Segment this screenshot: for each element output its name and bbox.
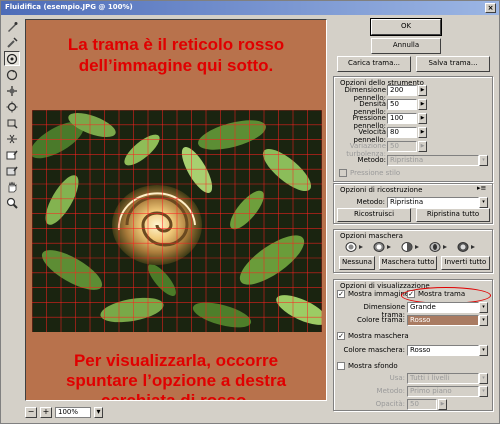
title-bar: Fluidifica (esempio.JPG @ 100%) × [1, 1, 499, 15]
overlay-text-bottom-3: cerchiata di rosso. [100, 391, 252, 401]
reconstruct-mode-select[interactable]: Ripristina [387, 197, 479, 208]
preview-image [32, 110, 322, 332]
backdrop-use-label: Usa: [389, 374, 405, 382]
overlay-text-top-2: dell’immagine qui sotto. [78, 56, 274, 75]
reconstruct-icon[interactable] [4, 35, 20, 50]
tool-palette [4, 19, 21, 211]
backdrop-mode-select: Primo piano [407, 386, 479, 397]
mask-invert-icon[interactable] [455, 241, 479, 253]
bloat-icon[interactable] [4, 99, 20, 114]
tool-mode-select: Ripristina [387, 155, 479, 166]
mesh-color-label: Colore trama: [356, 316, 405, 324]
close-button[interactable]: × [485, 3, 496, 13]
tool-mode-label: Metodo: [357, 156, 386, 164]
mesh-size-select[interactable]: Grande [407, 302, 479, 313]
backdrop-opacity-arrow: ▶ [438, 399, 447, 410]
brush-pressure-field[interactable]: 100 [387, 113, 417, 124]
show-mask-checkbox[interactable]: ✓ [337, 332, 345, 340]
backdrop-use-select: Tutti i livelli [407, 373, 479, 384]
brush-rate-arrow[interactable]: ▶ [418, 127, 427, 138]
thaw-icon[interactable] [4, 163, 20, 178]
freeze-icon[interactable] [4, 147, 20, 162]
show-backdrop-label: Mostra sfondo [348, 362, 398, 370]
backdrop-mode-label: Metodo: [376, 387, 405, 395]
restore-all-button[interactable]: Ripristina tutto [416, 208, 490, 222]
show-backdrop-checkbox[interactable] [337, 362, 345, 370]
show-image-checkbox[interactable]: ✓ [337, 290, 345, 298]
zoom-out-button[interactable]: − [25, 406, 37, 418]
stylus-pressure-checkbox [339, 169, 347, 177]
twirl-counter-icon[interactable] [4, 67, 20, 82]
backdrop-opacity-label: Opacità: [375, 400, 405, 408]
reconstruct-options-title: Opzioni di ricostruzione [340, 186, 423, 194]
brush-size-arrow[interactable]: ▶ [418, 85, 427, 96]
ok-button[interactable]: OK [370, 18, 442, 36]
zoom-level-field[interactable]: 100% [55, 406, 91, 418]
warp-icon[interactable] [4, 19, 20, 34]
stylus-pressure-label: Pressione stilo [350, 169, 401, 177]
zoom-dropdown-arrow[interactable]: ▾ [94, 406, 103, 418]
cancel-button[interactable]: Annulla [371, 38, 441, 54]
mask-color-arrow[interactable]: ▾ [479, 345, 488, 356]
brush-density-arrow[interactable]: ▶ [418, 99, 427, 110]
brush-size-field[interactable]: 200 [387, 85, 417, 96]
mesh-color-arrow[interactable]: ▾ [479, 315, 488, 326]
mask-options-title: Opzioni maschera [340, 232, 403, 240]
show-mask-label: Mostra maschera [348, 332, 409, 340]
mesh-size-arrow[interactable]: ▾ [479, 302, 488, 313]
save-mesh-button[interactable]: Salva trama... [416, 56, 490, 72]
backdrop-opacity-field: 50 [407, 399, 437, 410]
overlay-text-bottom-1: Per visualizzarla, occorre [73, 351, 279, 370]
reconstruct-mode-label: Metodo: [356, 198, 385, 206]
mask-replace-icon[interactable] [343, 241, 367, 253]
turbulence-arrow: ▶ [418, 141, 427, 152]
overlay-text-bottom-2: spuntare l’opzione a destra [65, 371, 287, 390]
mask-add-icon[interactable] [371, 241, 395, 253]
mask-color-select[interactable]: Rosso [407, 345, 479, 356]
backdrop-mode-arrow: ▾ [479, 386, 488, 397]
preview-canvas[interactable]: La trama è il reticolo rosso dell’immagi… [25, 19, 327, 401]
zoom-icon[interactable] [4, 195, 20, 210]
invert-all-button[interactable]: Inverti tutto [441, 256, 490, 270]
mask-none-button[interactable]: Nessuna [339, 256, 375, 270]
mask-color-label: Colore maschera: [343, 346, 405, 354]
brush-density-field[interactable]: 50 [387, 99, 417, 110]
zoom-bar: − + 100% ▾ [25, 405, 327, 419]
tool-mode-arrow: ▾ [479, 155, 488, 166]
panel-menu-icon[interactable]: ▸≡ [477, 184, 486, 192]
twirl-clockwise-icon[interactable] [4, 51, 20, 66]
shift-pixels-icon[interactable] [4, 115, 20, 130]
overlay-text-top-1: La trama è il reticolo rosso [67, 35, 285, 54]
brush-pressure-arrow[interactable]: ▶ [418, 113, 427, 124]
pucker-icon[interactable] [4, 83, 20, 98]
mask-all-button[interactable]: Maschera tutto [379, 256, 437, 270]
zoom-in-button[interactable]: + [40, 406, 52, 418]
mask-intersect-icon[interactable] [427, 241, 451, 253]
load-mesh-button[interactable]: Carica trama... [337, 56, 411, 72]
window-title: Fluidifica (esempio.JPG @ 100%) [5, 3, 133, 11]
brush-rate-field[interactable]: 80 [387, 127, 417, 138]
mesh-grid [32, 110, 322, 332]
reflection-icon[interactable] [4, 131, 20, 146]
show-image-label: Mostra immagine [348, 290, 410, 298]
turbulence-field: 50 [387, 141, 417, 152]
liquify-dialog: Fluidifica (esempio.JPG @ 100%) × La tra… [0, 0, 500, 424]
reconstruct-mode-arrow[interactable]: ▾ [479, 197, 488, 208]
mask-subtract-icon[interactable] [399, 241, 423, 253]
mesh-color-select[interactable]: Rosso [407, 315, 479, 326]
hand-icon[interactable] [4, 179, 20, 194]
backdrop-use-arrow: ▾ [479, 373, 488, 384]
reconstruct-button[interactable]: Ricostruisci [337, 208, 411, 222]
